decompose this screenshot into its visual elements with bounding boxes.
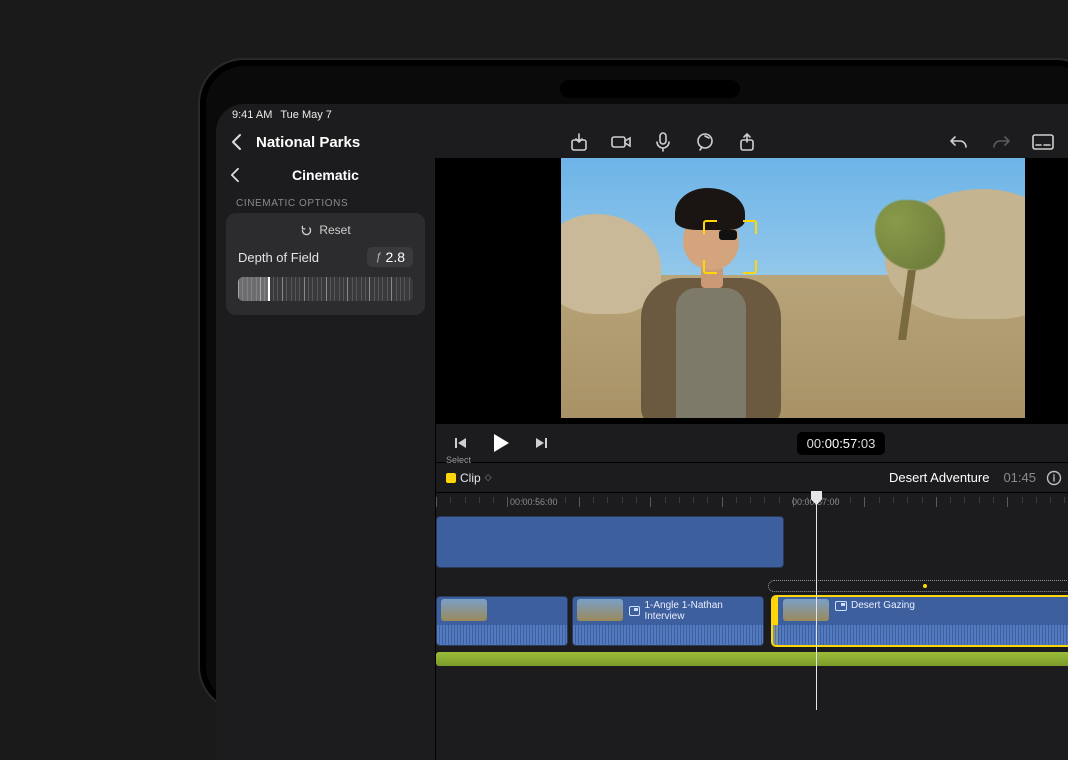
status-bar: 9:41 AM Tue May 7 [216, 104, 1068, 126]
ruler-label-1: 00:00:56:00 [510, 497, 558, 507]
info-button[interactable] [1044, 468, 1064, 488]
cinematic-card: Reset Depth of Field ƒ 2.8 [226, 213, 425, 315]
timecode-main: 00:57 [825, 436, 858, 451]
reset-icon [300, 224, 313, 237]
share-icon[interactable] [736, 131, 758, 153]
microphone-icon[interactable] [652, 131, 674, 153]
timeline-body[interactable]: 1-Angle 1-Nathan Interview Desert Gazing [436, 510, 1068, 760]
connected-clip[interactable] [436, 516, 784, 568]
clip-chip-label: Clip [460, 471, 481, 485]
device-frame: 9:41 AM Tue May 7 National Parks [200, 60, 1068, 710]
next-frame-button[interactable] [530, 432, 552, 454]
camera-icon[interactable] [610, 131, 632, 153]
clip-prev[interactable] [436, 596, 568, 646]
viewer[interactable] [436, 158, 1068, 424]
depth-slider[interactable] [238, 277, 413, 301]
clip-chip-icon [446, 473, 456, 483]
prev-frame-button[interactable] [450, 432, 472, 454]
range-indicator[interactable] [768, 580, 1068, 592]
project-name: Desert Adventure [889, 470, 989, 485]
playback-bar: 00:00:57:03 [436, 424, 1068, 462]
project-duration: 01:45 [1003, 470, 1036, 485]
redo-icon[interactable] [990, 131, 1012, 153]
cinematic-clip-icon [835, 601, 847, 611]
fstop-symbol: ƒ [375, 251, 381, 263]
depth-label: Depth of Field [238, 250, 319, 265]
slider-ticks [238, 277, 413, 301]
clip-label: 1-Angle 1-Nathan Interview [644, 600, 759, 622]
panel-title: Cinematic [292, 167, 359, 183]
chevron-updown-icon: ◇ [485, 472, 492, 483]
section-label: CINEMATIC OPTIONS [216, 192, 435, 213]
import-icon[interactable] [568, 131, 590, 153]
screen: 9:41 AM Tue May 7 National Parks [216, 104, 1068, 760]
multicam-icon [629, 606, 640, 616]
timeline-header: Select Clip ◇ Desert Adventure 01:45 [436, 462, 1068, 492]
reset-label: Reset [319, 223, 350, 237]
undo-icon[interactable] [948, 131, 970, 153]
panel-back-button[interactable] [222, 163, 246, 187]
clip-label: Desert Gazing [851, 600, 915, 611]
status-time: 9:41 AM [232, 109, 272, 121]
inspector-panel: Cinematic CINEMATIC OPTIONS Reset Depth … [216, 158, 436, 760]
status-date: Tue May 7 [280, 109, 332, 121]
back-button[interactable] [224, 130, 248, 154]
page-title: National Parks [256, 134, 360, 151]
range-keyframe[interactable] [921, 582, 929, 590]
marker-icon[interactable] [694, 131, 716, 153]
video-frame [561, 158, 1025, 418]
depth-value: 2.8 [386, 249, 405, 265]
reset-button[interactable]: Reset [238, 223, 413, 247]
depth-value-field[interactable]: ƒ 2.8 [367, 247, 413, 267]
timecode-display[interactable]: 00:00:57:03 [797, 432, 886, 455]
top-nav: National Parks [216, 126, 1068, 158]
music-clip[interactable] [436, 652, 1068, 666]
play-button[interactable] [490, 432, 512, 454]
device-notch [560, 80, 740, 98]
captions-icon[interactable] [1032, 131, 1054, 153]
clip-interview[interactable]: 1-Angle 1-Nathan Interview [572, 596, 764, 646]
clip-selector[interactable]: Clip ◇ [446, 471, 492, 485]
timecode-prefix: 00: [807, 436, 825, 451]
select-label: Select [446, 455, 471, 465]
timecode-suffix: :03 [857, 436, 875, 451]
playhead[interactable] [816, 493, 817, 710]
slider-knob[interactable] [268, 277, 270, 301]
timeline-ruler[interactable]: 00:00:56:00 00:00:57:00 [436, 492, 1068, 510]
